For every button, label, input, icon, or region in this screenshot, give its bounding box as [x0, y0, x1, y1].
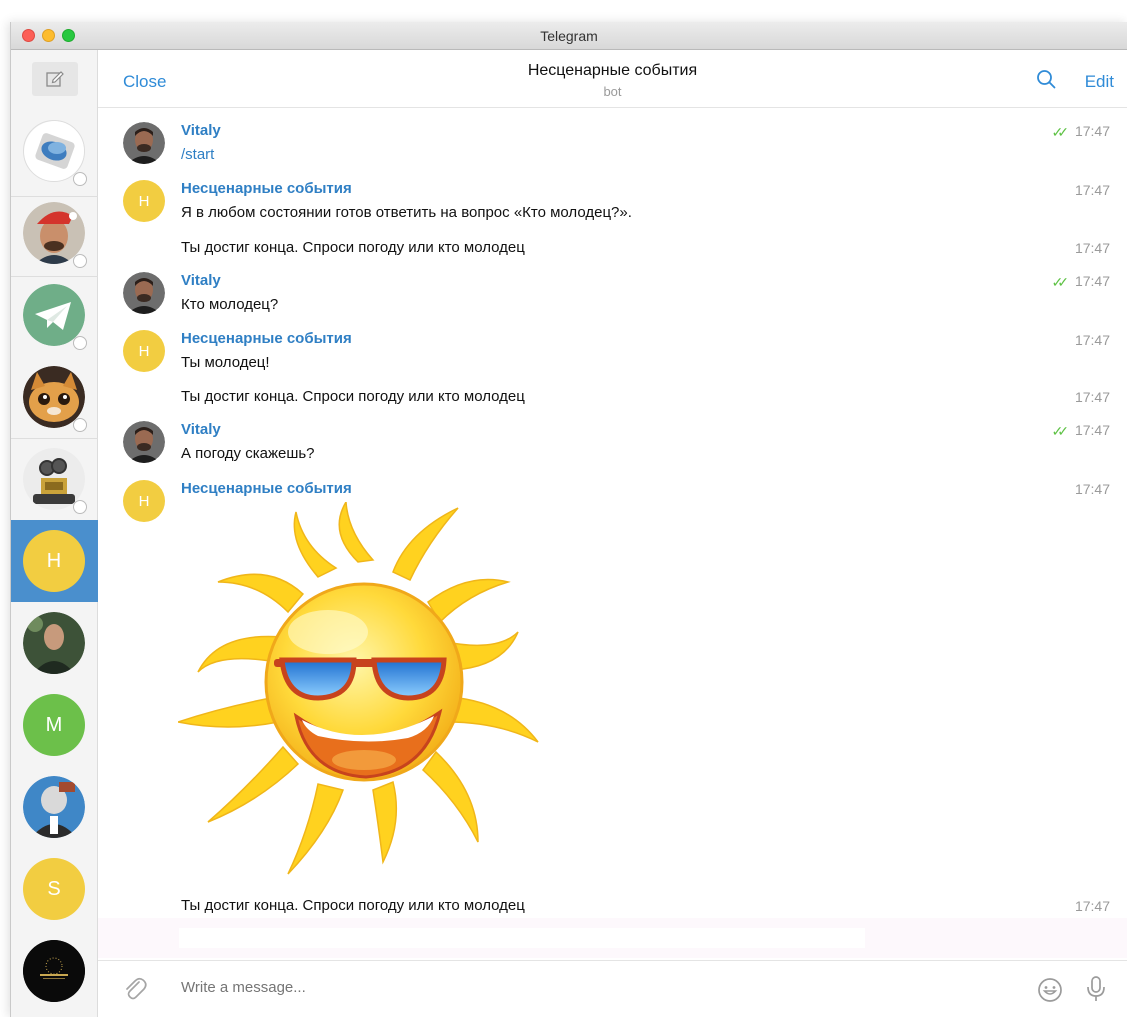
message-text-command[interactable]: /start	[181, 146, 214, 163]
attach-button[interactable]	[122, 976, 148, 1007]
bot-avatar: Н	[23, 530, 85, 592]
message-time: 17:47	[1074, 898, 1110, 914]
unread-separator-area	[98, 918, 1127, 958]
vitaly-avatar[interactable]	[123, 421, 165, 463]
online-status-dot	[73, 336, 87, 350]
message-sender[interactable]: Vitaly	[181, 272, 221, 289]
message-sender[interactable]: Несценарные события	[181, 330, 352, 347]
message-text: А погоду скажешь?	[181, 445, 315, 462]
chat-header: Close Несценарные события bot Edit	[98, 50, 1127, 108]
window-title: Telegram	[540, 28, 598, 44]
separator-inner	[179, 928, 865, 948]
paperclip-icon	[126, 977, 147, 1000]
message-text: Я в любом состоянии готов ответить на во…	[181, 204, 632, 221]
sidebar-divider	[11, 276, 98, 277]
message-time: 17:47	[1074, 273, 1110, 289]
person-avatar-icon	[23, 612, 85, 674]
online-status-dot	[73, 500, 87, 514]
chat-item-person-green[interactable]	[23, 612, 85, 674]
message-sender[interactable]: Несценарные события	[181, 180, 352, 197]
message-text: Ты достиг конца. Спроси погоду или кто м…	[181, 239, 525, 256]
person-avatar-icon	[123, 122, 165, 164]
message-sender[interactable]: Vitaly	[181, 421, 221, 438]
message-sender[interactable]: Vitaly	[181, 122, 221, 139]
message-text: Ты достиг конца. Спроси погоду или кто м…	[181, 897, 525, 914]
chat-item-person-masked[interactable]	[23, 776, 85, 838]
chat-item-active-highlight[interactable]: Н	[11, 520, 98, 602]
message-time: 17:47	[1074, 182, 1110, 198]
search-icon	[1037, 70, 1056, 89]
chat-item-m[interactable]: M	[23, 694, 85, 756]
smiley-icon	[1038, 978, 1062, 1002]
online-status-dot	[73, 418, 87, 432]
online-status-dot	[73, 254, 87, 268]
person-avatar-icon	[123, 421, 165, 463]
message-time: 17:47	[1074, 240, 1110, 256]
vitaly-avatar[interactable]	[123, 122, 165, 164]
bot-avatar[interactable]: Н	[123, 330, 165, 372]
title-bar: Telegram	[11, 22, 1127, 50]
microphone-icon	[1087, 976, 1105, 1001]
message-text: Кто молодец?	[181, 296, 279, 313]
compose-icon	[46, 71, 64, 87]
person-avatar-icon	[123, 272, 165, 314]
online-status-dot	[73, 172, 87, 186]
microphone-button[interactable]	[1085, 975, 1107, 1008]
read-checkmark-icon: ✓✓	[1051, 124, 1070, 140]
sun-sticker[interactable]	[175, 499, 548, 887]
message-time: 17:47	[1074, 123, 1110, 139]
message-time: 17:47	[1074, 332, 1110, 348]
emoji-button[interactable]	[1037, 977, 1063, 1008]
message-input[interactable]	[181, 979, 881, 996]
message-time: 17:47	[1074, 422, 1110, 438]
chat-subtitle: bot	[603, 84, 622, 99]
read-checkmark-icon: ✓✓	[1051, 274, 1070, 290]
smiling-sun-sunglasses-sticker-icon	[175, 499, 539, 875]
read-checkmark-icon: ✓✓	[1051, 423, 1070, 439]
person-avatar-icon	[23, 776, 85, 838]
chat-item-circassian[interactable]	[23, 940, 85, 1002]
message-text: Ты достиг конца. Спроси погоду или кто м…	[181, 388, 525, 405]
sidebar-divider	[11, 196, 98, 197]
chat-list-sidebar: Н M S	[11, 50, 98, 1017]
vitaly-avatar[interactable]	[123, 272, 165, 314]
sidebar-divider	[11, 438, 98, 439]
bot-avatar[interactable]: Н	[123, 480, 165, 522]
chat-item-s[interactable]: S	[23, 858, 85, 920]
message-text: Ты молодец!	[181, 354, 270, 371]
message-time: 17:47	[1074, 481, 1110, 497]
message-sender[interactable]: Несценарные события	[181, 480, 352, 497]
chat-title[interactable]: Несценарные события	[98, 62, 1127, 80]
message-composer	[98, 960, 1127, 1017]
compose-button[interactable]	[32, 62, 78, 96]
message-time: 17:47	[1074, 389, 1110, 405]
message-history: Vitaly /start ✓✓ 17:47 Н Несценарные соб…	[98, 108, 1127, 958]
edit-button[interactable]: Edit	[1085, 72, 1114, 92]
search-button[interactable]	[1036, 69, 1056, 94]
logo-avatar-icon	[23, 940, 85, 1002]
telegram-window: Telegram Н M S Close Несценарные события…	[10, 22, 1127, 1017]
bot-avatar[interactable]: Н	[123, 180, 165, 222]
